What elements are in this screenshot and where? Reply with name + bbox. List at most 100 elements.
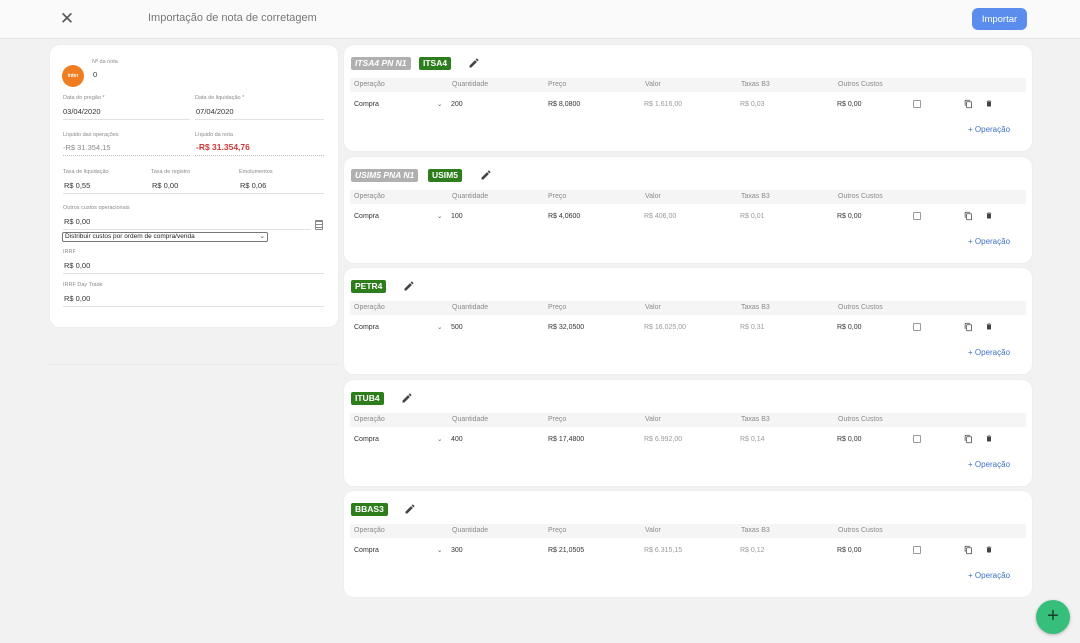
operation-select[interactable]: Compra bbox=[354, 101, 379, 108]
irrf-daytrade-field[interactable]: R$ 0,00 bbox=[64, 294, 90, 303]
add-operation-link[interactable]: + Operação bbox=[968, 237, 1010, 246]
quantity-field[interactable]: 300 bbox=[451, 547, 463, 554]
trash-icon[interactable] bbox=[985, 434, 993, 443]
copy-icon[interactable] bbox=[964, 99, 973, 109]
operation-select[interactable]: Compra bbox=[354, 436, 379, 443]
col-value: Valor bbox=[645, 304, 661, 311]
b3-fees-field: R$ 0,03 bbox=[740, 101, 765, 108]
trade-date-field[interactable]: 03/04/2020 bbox=[63, 107, 101, 116]
security-card: PETR4 Operação Quantidade Preço Valor Ta… bbox=[344, 268, 1032, 374]
trash-icon[interactable] bbox=[985, 322, 993, 331]
operations-table-header: Operação Quantidade Preço Valor Taxas B3… bbox=[350, 190, 1026, 204]
copy-icon[interactable] bbox=[964, 434, 973, 444]
net-note-value: -R$ 31.354,76 bbox=[196, 142, 250, 152]
col-quantity: Quantidade bbox=[452, 193, 489, 200]
note-number-field[interactable]: 0 bbox=[93, 70, 97, 79]
col-operation: Operação bbox=[354, 81, 385, 88]
operation-select[interactable]: Compra bbox=[354, 547, 379, 554]
add-operation-link[interactable]: + Operação bbox=[968, 348, 1010, 357]
net-note-label: Líquido da nota bbox=[195, 132, 233, 138]
col-operation: Operação bbox=[354, 527, 385, 534]
quantity-field[interactable]: 400 bbox=[451, 436, 463, 443]
add-operation-link[interactable]: + Operação bbox=[968, 571, 1010, 580]
ticker-tag: ITSA4 bbox=[419, 57, 452, 70]
other-costs-field[interactable]: R$ 0,00 bbox=[837, 101, 862, 108]
operations-table-header: Operação Quantidade Preço Valor Taxas B3… bbox=[350, 413, 1026, 427]
day-trade-checkbox[interactable] bbox=[913, 435, 921, 443]
quantity-field[interactable]: 100 bbox=[451, 213, 463, 220]
registration-fee-field[interactable]: R$ 0,00 bbox=[152, 181, 178, 190]
col-value: Valor bbox=[645, 416, 661, 423]
col-price: Preço bbox=[548, 304, 567, 311]
day-trade-checkbox[interactable] bbox=[913, 100, 921, 108]
col-quantity: Quantidade bbox=[452, 81, 489, 88]
trash-icon[interactable] bbox=[985, 545, 993, 554]
copy-icon[interactable] bbox=[964, 211, 973, 221]
other-costs-field[interactable]: R$ 0,00 bbox=[837, 436, 862, 443]
col-price: Preço bbox=[548, 193, 567, 200]
copy-icon[interactable] bbox=[964, 322, 973, 332]
price-field[interactable]: R$ 32,0500 bbox=[548, 324, 584, 331]
pencil-icon[interactable] bbox=[401, 392, 413, 404]
value-field: R$ 1.616,00 bbox=[644, 101, 683, 108]
chevron-down-icon: ⌄ bbox=[437, 436, 443, 443]
settlement-fee-field[interactable]: R$ 0,55 bbox=[64, 181, 90, 190]
b3-fees-field: R$ 0,14 bbox=[740, 436, 765, 443]
add-fab-button[interactable]: + bbox=[1036, 600, 1070, 634]
day-trade-checkbox[interactable] bbox=[913, 323, 921, 331]
col-other-costs: Outros Custos bbox=[838, 527, 883, 534]
import-button[interactable]: Importar bbox=[972, 8, 1027, 30]
col-quantity: Quantidade bbox=[452, 527, 489, 534]
price-field[interactable]: R$ 8,0800 bbox=[548, 101, 580, 108]
operation-select[interactable]: Compra bbox=[354, 213, 379, 220]
col-b3-fees: Taxas B3 bbox=[741, 527, 770, 534]
col-other-costs: Outros Custos bbox=[838, 81, 883, 88]
other-costs-label: Outros custos operacionais bbox=[63, 205, 130, 211]
copy-icon[interactable] bbox=[964, 545, 973, 555]
irrf-label: IRRF bbox=[63, 249, 76, 255]
pencil-icon[interactable] bbox=[468, 57, 480, 69]
price-field[interactable]: R$ 17,4800 bbox=[548, 436, 584, 443]
col-operation: Operação bbox=[354, 416, 385, 423]
col-value: Valor bbox=[645, 193, 661, 200]
other-costs-field[interactable]: R$ 0,00 bbox=[837, 213, 862, 220]
col-b3-fees: Taxas B3 bbox=[741, 416, 770, 423]
price-field[interactable]: R$ 4,0600 bbox=[548, 213, 580, 220]
pencil-icon[interactable] bbox=[403, 280, 415, 292]
col-other-costs: Outros Custos bbox=[838, 416, 883, 423]
emoluments-label: Emolumentos bbox=[239, 169, 273, 175]
price-field[interactable]: R$ 21,0505 bbox=[548, 547, 584, 554]
pencil-icon[interactable] bbox=[404, 503, 416, 515]
irrf-daytrade-label: IRRF Day Trade bbox=[63, 282, 103, 288]
col-quantity: Quantidade bbox=[452, 416, 489, 423]
other-costs-field[interactable]: R$ 0,00 bbox=[837, 324, 862, 331]
trash-icon[interactable] bbox=[985, 211, 993, 220]
value-field: R$ 406,00 bbox=[644, 213, 677, 220]
trash-icon[interactable] bbox=[985, 99, 993, 108]
calculator-icon[interactable] bbox=[315, 220, 323, 230]
add-operation-link[interactable]: + Operação bbox=[968, 460, 1010, 469]
col-operation: Operação bbox=[354, 304, 385, 311]
day-trade-checkbox[interactable] bbox=[913, 546, 921, 554]
chevron-down-icon: ⌄ bbox=[437, 213, 443, 220]
emoluments-field[interactable]: R$ 0,06 bbox=[240, 181, 266, 190]
quantity-field[interactable]: 200 bbox=[451, 101, 463, 108]
security-card: BBAS3 Operação Quantidade Preço Valor Ta… bbox=[344, 491, 1032, 597]
other-costs-field[interactable]: R$ 0,00 bbox=[837, 547, 862, 554]
irrf-field[interactable]: R$ 0,00 bbox=[64, 261, 90, 270]
close-icon[interactable]: ✕ bbox=[58, 10, 76, 28]
add-operation-link[interactable]: + Operação bbox=[968, 125, 1010, 134]
col-other-costs: Outros Custos bbox=[838, 304, 883, 311]
quantity-field[interactable]: 500 bbox=[451, 324, 463, 331]
pencil-icon[interactable] bbox=[480, 169, 492, 181]
day-trade-checkbox[interactable] bbox=[913, 212, 921, 220]
b3-fees-field: R$ 0,31 bbox=[740, 324, 765, 331]
cost-distribution-select[interactable]: Distribuir custos por ordem de compra/ve… bbox=[62, 232, 268, 242]
operation-select[interactable]: Compra bbox=[354, 324, 379, 331]
note-details-card: inter Nº da nota 0 Data do pregão * 03/0… bbox=[50, 45, 338, 327]
raw-ticker-tag: USIM5 PNA N1 bbox=[351, 169, 419, 182]
settlement-date-field[interactable]: 07/04/2020 bbox=[196, 107, 234, 116]
col-price: Preço bbox=[548, 416, 567, 423]
other-costs-field[interactable]: R$ 0,00 bbox=[64, 217, 90, 226]
chevron-down-icon: ⌄ bbox=[437, 101, 443, 108]
